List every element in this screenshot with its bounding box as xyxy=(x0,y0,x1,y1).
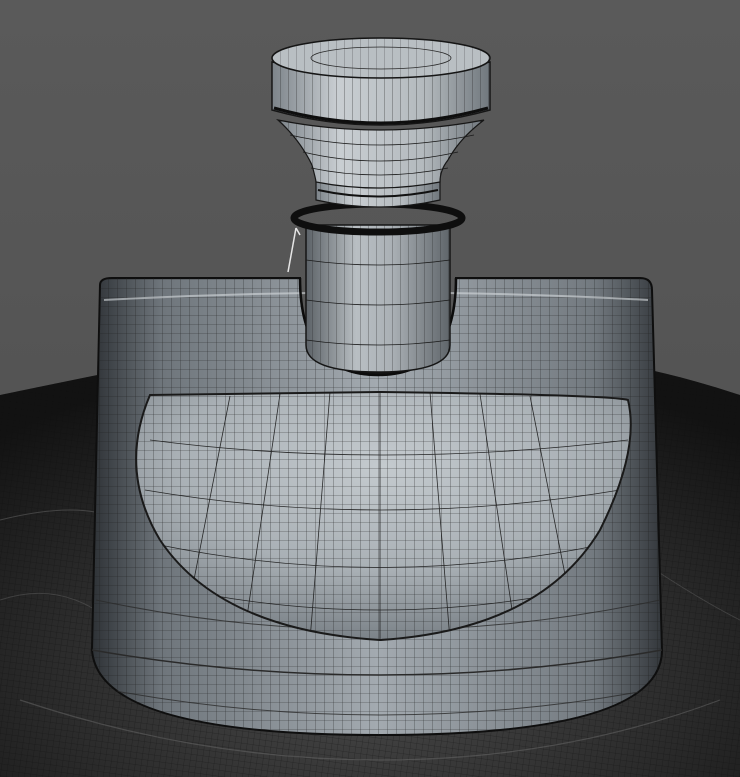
render-viewport xyxy=(0,0,740,777)
stopper-cap xyxy=(271,37,491,126)
wireframe-scene xyxy=(0,0,740,777)
bottle-neck xyxy=(305,224,451,373)
